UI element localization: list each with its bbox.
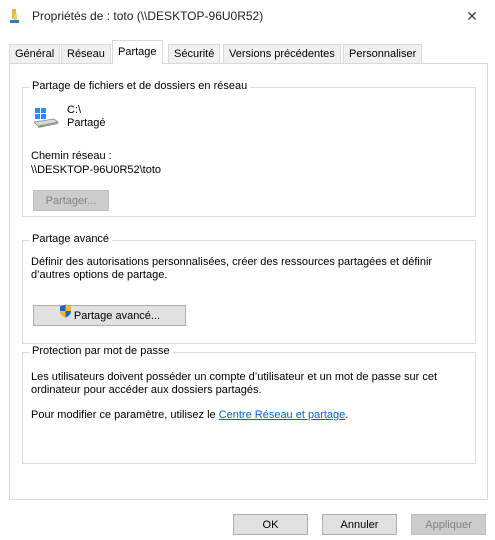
network-path-value: \\DESKTOP-96U0R52\toto bbox=[31, 164, 162, 176]
tab-panel: Partage de fichiers et de dossiers en ré… bbox=[9, 63, 488, 500]
file-sharing-group-label: Partage de fichiers et de dossiers en ré… bbox=[29, 80, 251, 92]
change-setting-suffix: . bbox=[345, 409, 349, 421]
tab-security[interactable]: Sécurité bbox=[168, 44, 221, 63]
file-sharing-group: Partage de fichiers et de dossiers en ré… bbox=[22, 80, 476, 217]
password-protection-group: Protection par mot de passe Les utilisat… bbox=[22, 345, 476, 464]
advanced-sharing-group: Partage avancé Définir des autorisations… bbox=[22, 233, 476, 344]
advanced-sharing-button-label: Partage avancé... bbox=[73, 310, 161, 322]
uac-shield-icon bbox=[59, 304, 72, 326]
title-bar: Propriétés de : toto (\\DESKTOP-96U0R52)… bbox=[0, 0, 495, 32]
tab-previous-versions[interactable]: Versions précédentes bbox=[223, 44, 341, 63]
advanced-sharing-button[interactable]: Partage avancé... bbox=[33, 304, 186, 326]
network-drive-icon bbox=[32, 107, 60, 129]
advanced-sharing-description: Définir des autorisations personnalisées… bbox=[31, 256, 433, 281]
apply-button[interactable]: Appliquer bbox=[411, 514, 486, 535]
share-button[interactable]: Partager... bbox=[33, 190, 109, 211]
cancel-button[interactable]: Annuler bbox=[322, 514, 397, 535]
change-setting-text: Pour modifier ce paramètre, utilisez le … bbox=[31, 409, 348, 421]
close-icon[interactable]: ✕ bbox=[449, 0, 495, 32]
password-protection-group-label: Protection par mot de passe bbox=[29, 345, 173, 357]
network-path-label: Chemin réseau : bbox=[31, 150, 112, 162]
folder-icon bbox=[8, 8, 24, 24]
tab-network[interactable]: Réseau bbox=[61, 44, 111, 63]
advanced-sharing-group-label: Partage avancé bbox=[29, 233, 113, 245]
tab-customize[interactable]: Personnaliser bbox=[343, 44, 423, 63]
share-status: Partagé bbox=[67, 117, 106, 129]
ok-button[interactable]: OK bbox=[233, 514, 308, 535]
tab-general[interactable]: Général bbox=[9, 44, 61, 63]
tab-sharing[interactable]: Partage bbox=[112, 40, 163, 64]
password-protection-description: Les utilisateurs doivent posséder un com… bbox=[31, 371, 438, 396]
tab-strip: Général Réseau Partage Sécurité Versions… bbox=[0, 40, 495, 64]
change-setting-prefix: Pour modifier ce paramètre, utilisez le bbox=[31, 409, 219, 421]
drive-path: C:\ bbox=[67, 104, 82, 116]
network-center-link[interactable]: Centre Réseau et partage bbox=[219, 409, 346, 421]
dialog-footer: OK Annuler Appliquer bbox=[0, 498, 495, 540]
window-title: Propriétés de : toto (\\DESKTOP-96U0R52) bbox=[32, 9, 264, 23]
